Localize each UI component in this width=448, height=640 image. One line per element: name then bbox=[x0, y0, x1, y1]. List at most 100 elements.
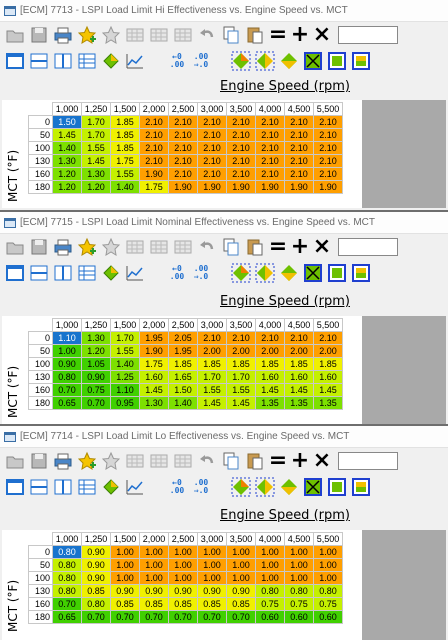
table-cell[interactable]: 1.60 bbox=[255, 370, 285, 384]
column-header[interactable]: 1,250 bbox=[81, 532, 111, 546]
save-icon[interactable] bbox=[28, 24, 50, 46]
row-header[interactable]: 50 bbox=[28, 128, 53, 142]
table-cell[interactable]: 1.40 bbox=[52, 141, 82, 155]
layout-single-icon[interactable] bbox=[4, 262, 26, 284]
column-header[interactable]: 3,500 bbox=[226, 532, 256, 546]
table-cell[interactable]: 0.80 bbox=[52, 370, 82, 384]
column-header[interactable]: 1,000 bbox=[52, 102, 82, 116]
table-cell[interactable]: 2.10 bbox=[313, 154, 343, 168]
column-header[interactable]: 2,000 bbox=[139, 102, 169, 116]
line-graph-icon[interactable] bbox=[124, 262, 146, 284]
table-cell[interactable]: 1.55 bbox=[226, 383, 256, 397]
column-header[interactable]: 4,500 bbox=[284, 102, 314, 116]
row-header[interactable]: 180 bbox=[28, 610, 53, 624]
table-cell[interactable]: 1.75 bbox=[110, 154, 140, 168]
row-header[interactable]: 0 bbox=[28, 115, 53, 129]
table-cell[interactable]: 1.00 bbox=[110, 571, 140, 585]
star-add-icon[interactable] bbox=[76, 450, 98, 472]
row-header[interactable]: 100 bbox=[28, 357, 53, 371]
table-cell[interactable]: 1.00 bbox=[139, 571, 169, 585]
column-header[interactable]: 1,250 bbox=[81, 102, 111, 116]
set-value-icon[interactable] bbox=[326, 50, 348, 72]
table-cell[interactable]: 1.00 bbox=[110, 558, 140, 572]
fill-right-icon[interactable] bbox=[254, 262, 276, 284]
decimal-decrease-icon[interactable]: .00 ⇒.0 bbox=[190, 50, 212, 72]
table-cell[interactable]: 0.85 bbox=[197, 597, 227, 611]
row-header[interactable]: 130 bbox=[28, 370, 53, 384]
operation-value-input[interactable] bbox=[338, 238, 398, 256]
row-header[interactable]: 0 bbox=[28, 331, 53, 345]
table-cell[interactable]: 0.90 bbox=[81, 370, 111, 384]
table-cell[interactable]: 0.70 bbox=[139, 610, 169, 624]
table-cell[interactable]: 0.80 bbox=[284, 584, 314, 598]
table-icon-2[interactable] bbox=[148, 236, 170, 258]
table-cell[interactable]: 2.10 bbox=[313, 115, 343, 129]
paste-icon[interactable] bbox=[244, 236, 266, 258]
table-cell[interactable]: 0.60 bbox=[284, 610, 314, 624]
column-header[interactable]: 5,500 bbox=[313, 532, 343, 546]
table-cell[interactable]: 1.00 bbox=[255, 571, 285, 585]
folder-icon[interactable] bbox=[4, 24, 26, 46]
row-header[interactable]: 160 bbox=[28, 383, 53, 397]
decimal-increase-icon[interactable]: ←0.00 bbox=[166, 262, 188, 284]
set-value-icon[interactable] bbox=[326, 262, 348, 284]
column-header[interactable]: 4,000 bbox=[255, 102, 285, 116]
table-cell[interactable]: 1.00 bbox=[226, 545, 256, 559]
table-cell[interactable]: 1.20 bbox=[81, 344, 111, 358]
table-cell[interactable]: 0.60 bbox=[255, 610, 285, 624]
table-icon-3[interactable] bbox=[172, 24, 194, 46]
table-cell[interactable]: 2.10 bbox=[255, 154, 285, 168]
fill-right-icon[interactable] bbox=[254, 50, 276, 72]
fill-down-icon[interactable] bbox=[230, 50, 252, 72]
table-cell[interactable]: 1.30 bbox=[52, 154, 82, 168]
table-cell[interactable]: 2.10 bbox=[255, 167, 285, 181]
table-cell[interactable]: 1.00 bbox=[284, 571, 314, 585]
table-cell[interactable]: 1.35 bbox=[284, 396, 314, 410]
layout-horizontal-icon[interactable] bbox=[28, 262, 50, 284]
table-icon[interactable] bbox=[124, 450, 146, 472]
table-cell[interactable]: 0.80 bbox=[52, 545, 82, 559]
column-header[interactable]: 3,000 bbox=[197, 532, 227, 546]
table-cell[interactable]: 2.00 bbox=[197, 344, 227, 358]
row-header[interactable]: 100 bbox=[28, 141, 53, 155]
table-cell[interactable]: 2.10 bbox=[284, 331, 314, 345]
table-cell[interactable]: 1.00 bbox=[197, 545, 227, 559]
row-header[interactable]: 50 bbox=[28, 344, 53, 358]
column-header[interactable]: 2,000 bbox=[139, 318, 169, 332]
save-icon[interactable] bbox=[28, 236, 50, 258]
table-cell[interactable]: 0.75 bbox=[284, 597, 314, 611]
column-header[interactable]: 2,500 bbox=[168, 318, 198, 332]
table-cell[interactable]: 2.10 bbox=[168, 128, 198, 142]
table-cell[interactable]: 1.90 bbox=[255, 180, 285, 194]
column-header[interactable]: 4,000 bbox=[255, 532, 285, 546]
column-header[interactable]: 1,000 bbox=[52, 318, 82, 332]
table-cell[interactable]: 2.10 bbox=[168, 141, 198, 155]
row-header[interactable]: 160 bbox=[28, 597, 53, 611]
table-cell[interactable]: 1.45 bbox=[139, 383, 169, 397]
table-cell[interactable]: 1.60 bbox=[313, 370, 343, 384]
table-cell[interactable]: 2.10 bbox=[139, 128, 169, 142]
row-header[interactable]: 130 bbox=[28, 584, 53, 598]
window-titlebar[interactable]: [ECM] 7713 - LSPI Load Limit Hi Effectiv… bbox=[0, 0, 448, 22]
table-cell[interactable]: 2.10 bbox=[226, 141, 256, 155]
table-icon-2[interactable] bbox=[148, 450, 170, 472]
fill-right-icon[interactable] bbox=[254, 476, 276, 498]
save-icon[interactable] bbox=[28, 450, 50, 472]
layout-vertical-icon[interactable] bbox=[52, 50, 74, 72]
table-cell[interactable]: 1.45 bbox=[52, 128, 82, 142]
table-cell[interactable]: 2.10 bbox=[313, 331, 343, 345]
grid-view-icon[interactable] bbox=[76, 50, 98, 72]
column-header[interactable]: 2,000 bbox=[139, 532, 169, 546]
table-icon-3[interactable] bbox=[172, 236, 194, 258]
table-cell[interactable]: 1.70 bbox=[81, 128, 111, 142]
table-cell[interactable]: 0.70 bbox=[226, 610, 256, 624]
table-cell[interactable]: 0.70 bbox=[197, 610, 227, 624]
table-icon-3[interactable] bbox=[172, 450, 194, 472]
grid-view-icon[interactable] bbox=[76, 262, 98, 284]
table-cell[interactable]: 2.10 bbox=[139, 141, 169, 155]
table-cell[interactable]: 2.10 bbox=[313, 128, 343, 142]
star-add-icon[interactable] bbox=[76, 236, 98, 258]
table-cell[interactable]: 0.90 bbox=[168, 584, 198, 598]
table-cell[interactable]: 1.00 bbox=[139, 558, 169, 572]
table-cell[interactable]: 2.10 bbox=[197, 115, 227, 129]
